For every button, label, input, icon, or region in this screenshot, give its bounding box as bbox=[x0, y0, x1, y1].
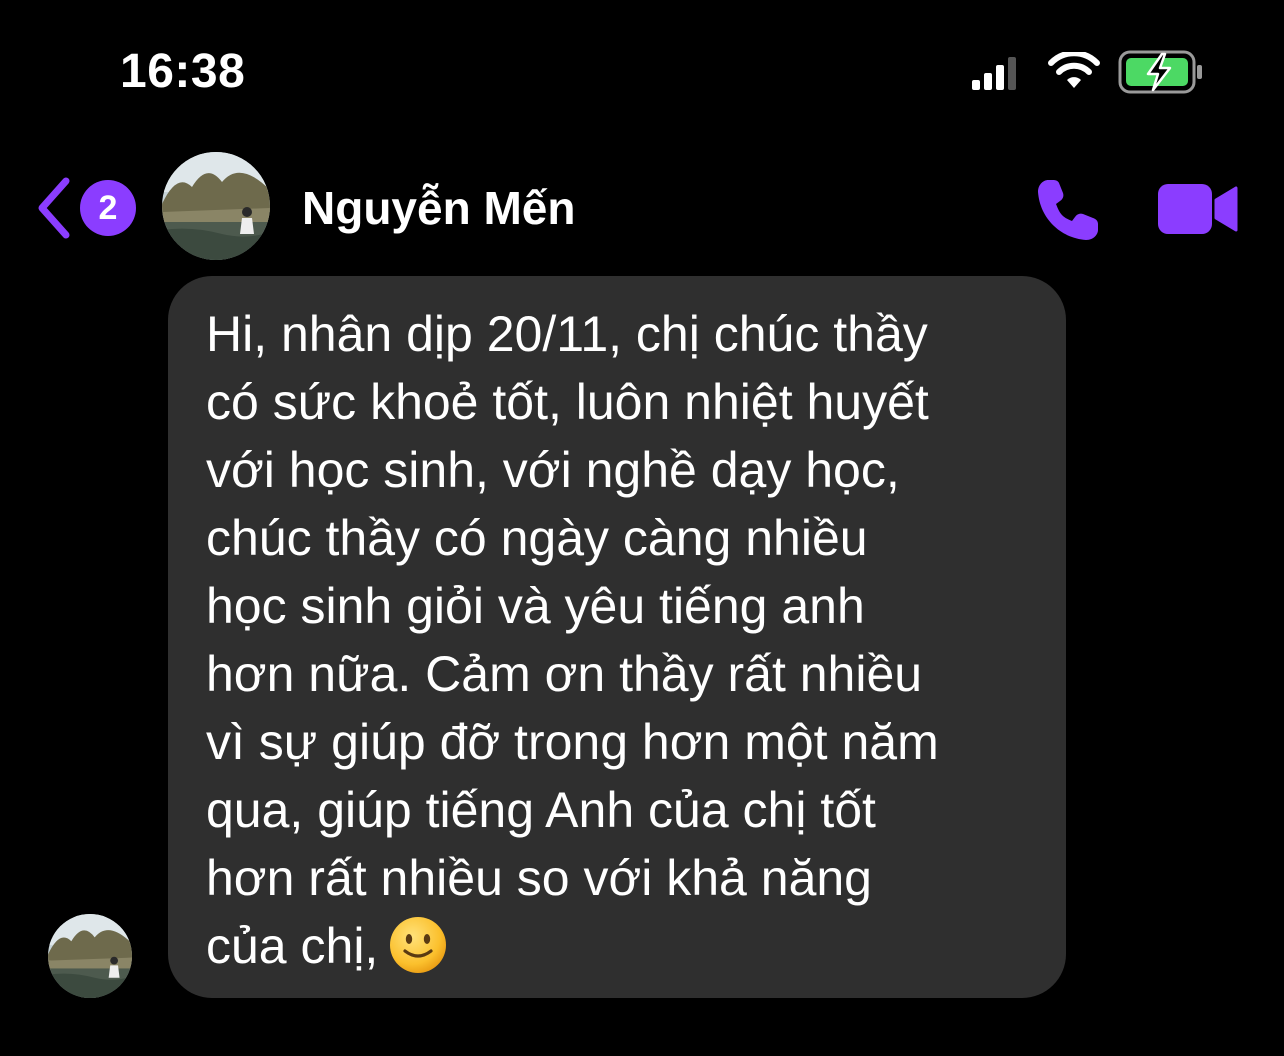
contact-avatar[interactable] bbox=[162, 152, 270, 260]
avatar-photo bbox=[162, 152, 270, 260]
sender-avatar[interactable] bbox=[48, 914, 132, 998]
avatar-photo bbox=[48, 914, 132, 998]
message-line: Hi, nhân dịp 20/11, chị chúc thầy bbox=[206, 306, 928, 362]
phone-icon[interactable] bbox=[1034, 176, 1104, 244]
message-line-text: của chị, bbox=[206, 918, 379, 974]
status-time: 16:38 bbox=[120, 45, 246, 98]
video-camera-icon[interactable] bbox=[1156, 182, 1240, 236]
chevron-left-icon bbox=[38, 177, 70, 239]
message-text: Hi, nhân dịp 20/11, chị chúc thầy có sức… bbox=[206, 300, 1036, 980]
wifi-icon bbox=[1048, 52, 1100, 88]
status-bar: 16:38 bbox=[0, 0, 1284, 140]
slightly-smiling-face-icon bbox=[390, 916, 447, 973]
message-line: hơn rất nhiều so với khả năng bbox=[206, 850, 872, 906]
back-button[interactable]: 2 bbox=[36, 176, 136, 240]
message-line: chúc thầy có ngày càng nhiều bbox=[206, 510, 868, 566]
message-line: qua, giúp tiếng Anh của chị tốt bbox=[206, 782, 876, 838]
message-line: có sức khoẻ tốt, luôn nhiệt huyết bbox=[206, 374, 929, 430]
message-line-last: của chị, bbox=[206, 912, 1036, 980]
unread-count-badge: 2 bbox=[80, 180, 136, 236]
chat-header: 2 Nguyễn Mến bbox=[0, 140, 1284, 280]
message-line: học sinh giỏi và yêu tiếng anh bbox=[206, 578, 865, 634]
battery-charging-icon bbox=[1118, 50, 1202, 94]
message-bubble[interactable]: Hi, nhân dịp 20/11, chị chúc thầy có sức… bbox=[168, 276, 1066, 998]
message-line: hơn nữa. Cảm ơn thầy rất nhiều bbox=[206, 646, 923, 702]
message-line: vì sự giúp đỡ trong hơn một năm bbox=[206, 714, 939, 770]
message-line: với học sinh, với nghề dạy học, bbox=[206, 442, 900, 498]
cellular-signal-icon bbox=[972, 57, 1016, 90]
contact-name[interactable]: Nguyễn Mến bbox=[302, 180, 575, 236]
